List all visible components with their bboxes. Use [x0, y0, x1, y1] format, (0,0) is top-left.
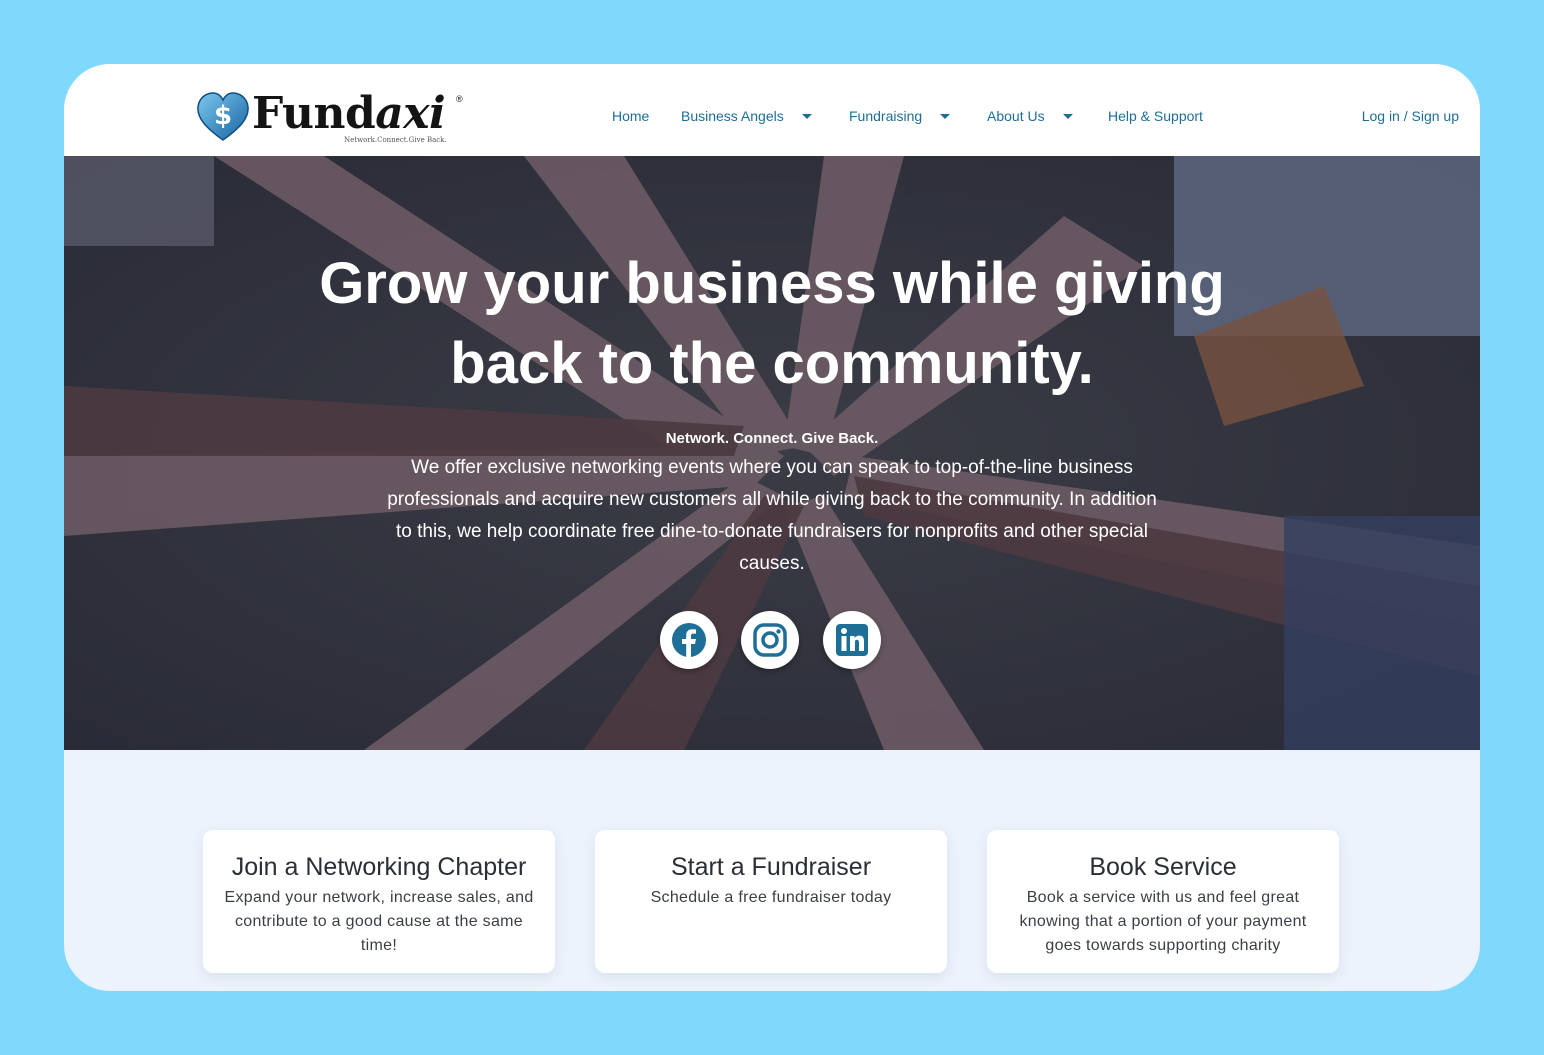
- logo-wordmark: Fundaxi: [252, 88, 446, 139]
- nav-item-fundraising[interactable]: Fundraising: [849, 108, 951, 124]
- heart-dollar-icon: $: [197, 92, 249, 141]
- card-start-fundraiser[interactable]: Start a Fundraiser Schedule a free fundr…: [595, 830, 947, 973]
- card-book-service[interactable]: Book Service Book a service with us and …: [987, 830, 1339, 973]
- card-description: Expand your network, increase sales, and…: [224, 889, 534, 954]
- hero-section: Grow your business while giving back to …: [64, 156, 1480, 750]
- nav-label: Help & Support: [1108, 108, 1203, 124]
- card-networking-chapter[interactable]: Join a Networking Chapter Expand your ne…: [203, 830, 555, 973]
- card-title: Join a Networking Chapter: [231, 853, 527, 881]
- hero-tagline: Network. Connect. Give Back.: [665, 430, 879, 447]
- site-header: $ Fundaxi ® Network.Connect.Give Back. H…: [64, 64, 1480, 156]
- hero-title: Grow your business while giving back to …: [264, 244, 1280, 404]
- browser-page: $ Fundaxi ® Network.Connect.Give Back. H…: [64, 64, 1480, 991]
- instagram-icon: [753, 623, 787, 657]
- nav-item-business-angels[interactable]: Business Angels: [681, 108, 812, 124]
- card-title: Start a Fundraiser: [670, 853, 872, 881]
- nav-item-help-support[interactable]: Help & Support: [1108, 108, 1203, 124]
- hero-title-line: back to the community.: [450, 331, 1094, 396]
- fundaxi-logo[interactable]: $ Fundaxi ® Network.Connect.Give Back.: [196, 88, 476, 148]
- card-description: Schedule a free fundraiser today: [650, 889, 892, 906]
- nav-label: About Us: [987, 108, 1045, 124]
- card-title: Book Service: [1089, 853, 1237, 881]
- chevron-down-icon: [1062, 113, 1073, 119]
- nav-item-home[interactable]: Home: [612, 108, 649, 124]
- facebook-icon: [672, 623, 706, 658]
- chevron-down-icon: [940, 113, 951, 119]
- hero-title-line: Grow your business while giving: [319, 251, 1225, 316]
- card-description: Book a service with us and feel great kn…: [1019, 889, 1307, 954]
- logo-tagline: Network.Connect.Give Back.: [344, 136, 447, 144]
- linkedin-icon: [836, 624, 868, 656]
- nav-label: Home: [612, 108, 650, 124]
- login-signup-link[interactable]: Log in / Sign up: [1362, 108, 1459, 124]
- svg-text:$: $: [214, 101, 232, 131]
- instagram-button[interactable]: [741, 611, 799, 669]
- registered-mark: ®: [456, 94, 463, 104]
- nav-label: Business Angels: [681, 108, 784, 124]
- chevron-down-icon: [801, 113, 812, 119]
- nav-label: Fundraising: [849, 108, 923, 124]
- hero-description: We offer exclusive networking events whe…: [387, 457, 1157, 574]
- facebook-button[interactable]: [660, 611, 718, 669]
- linkedin-button[interactable]: [823, 611, 881, 669]
- nav-item-about-us[interactable]: About Us: [987, 108, 1073, 124]
